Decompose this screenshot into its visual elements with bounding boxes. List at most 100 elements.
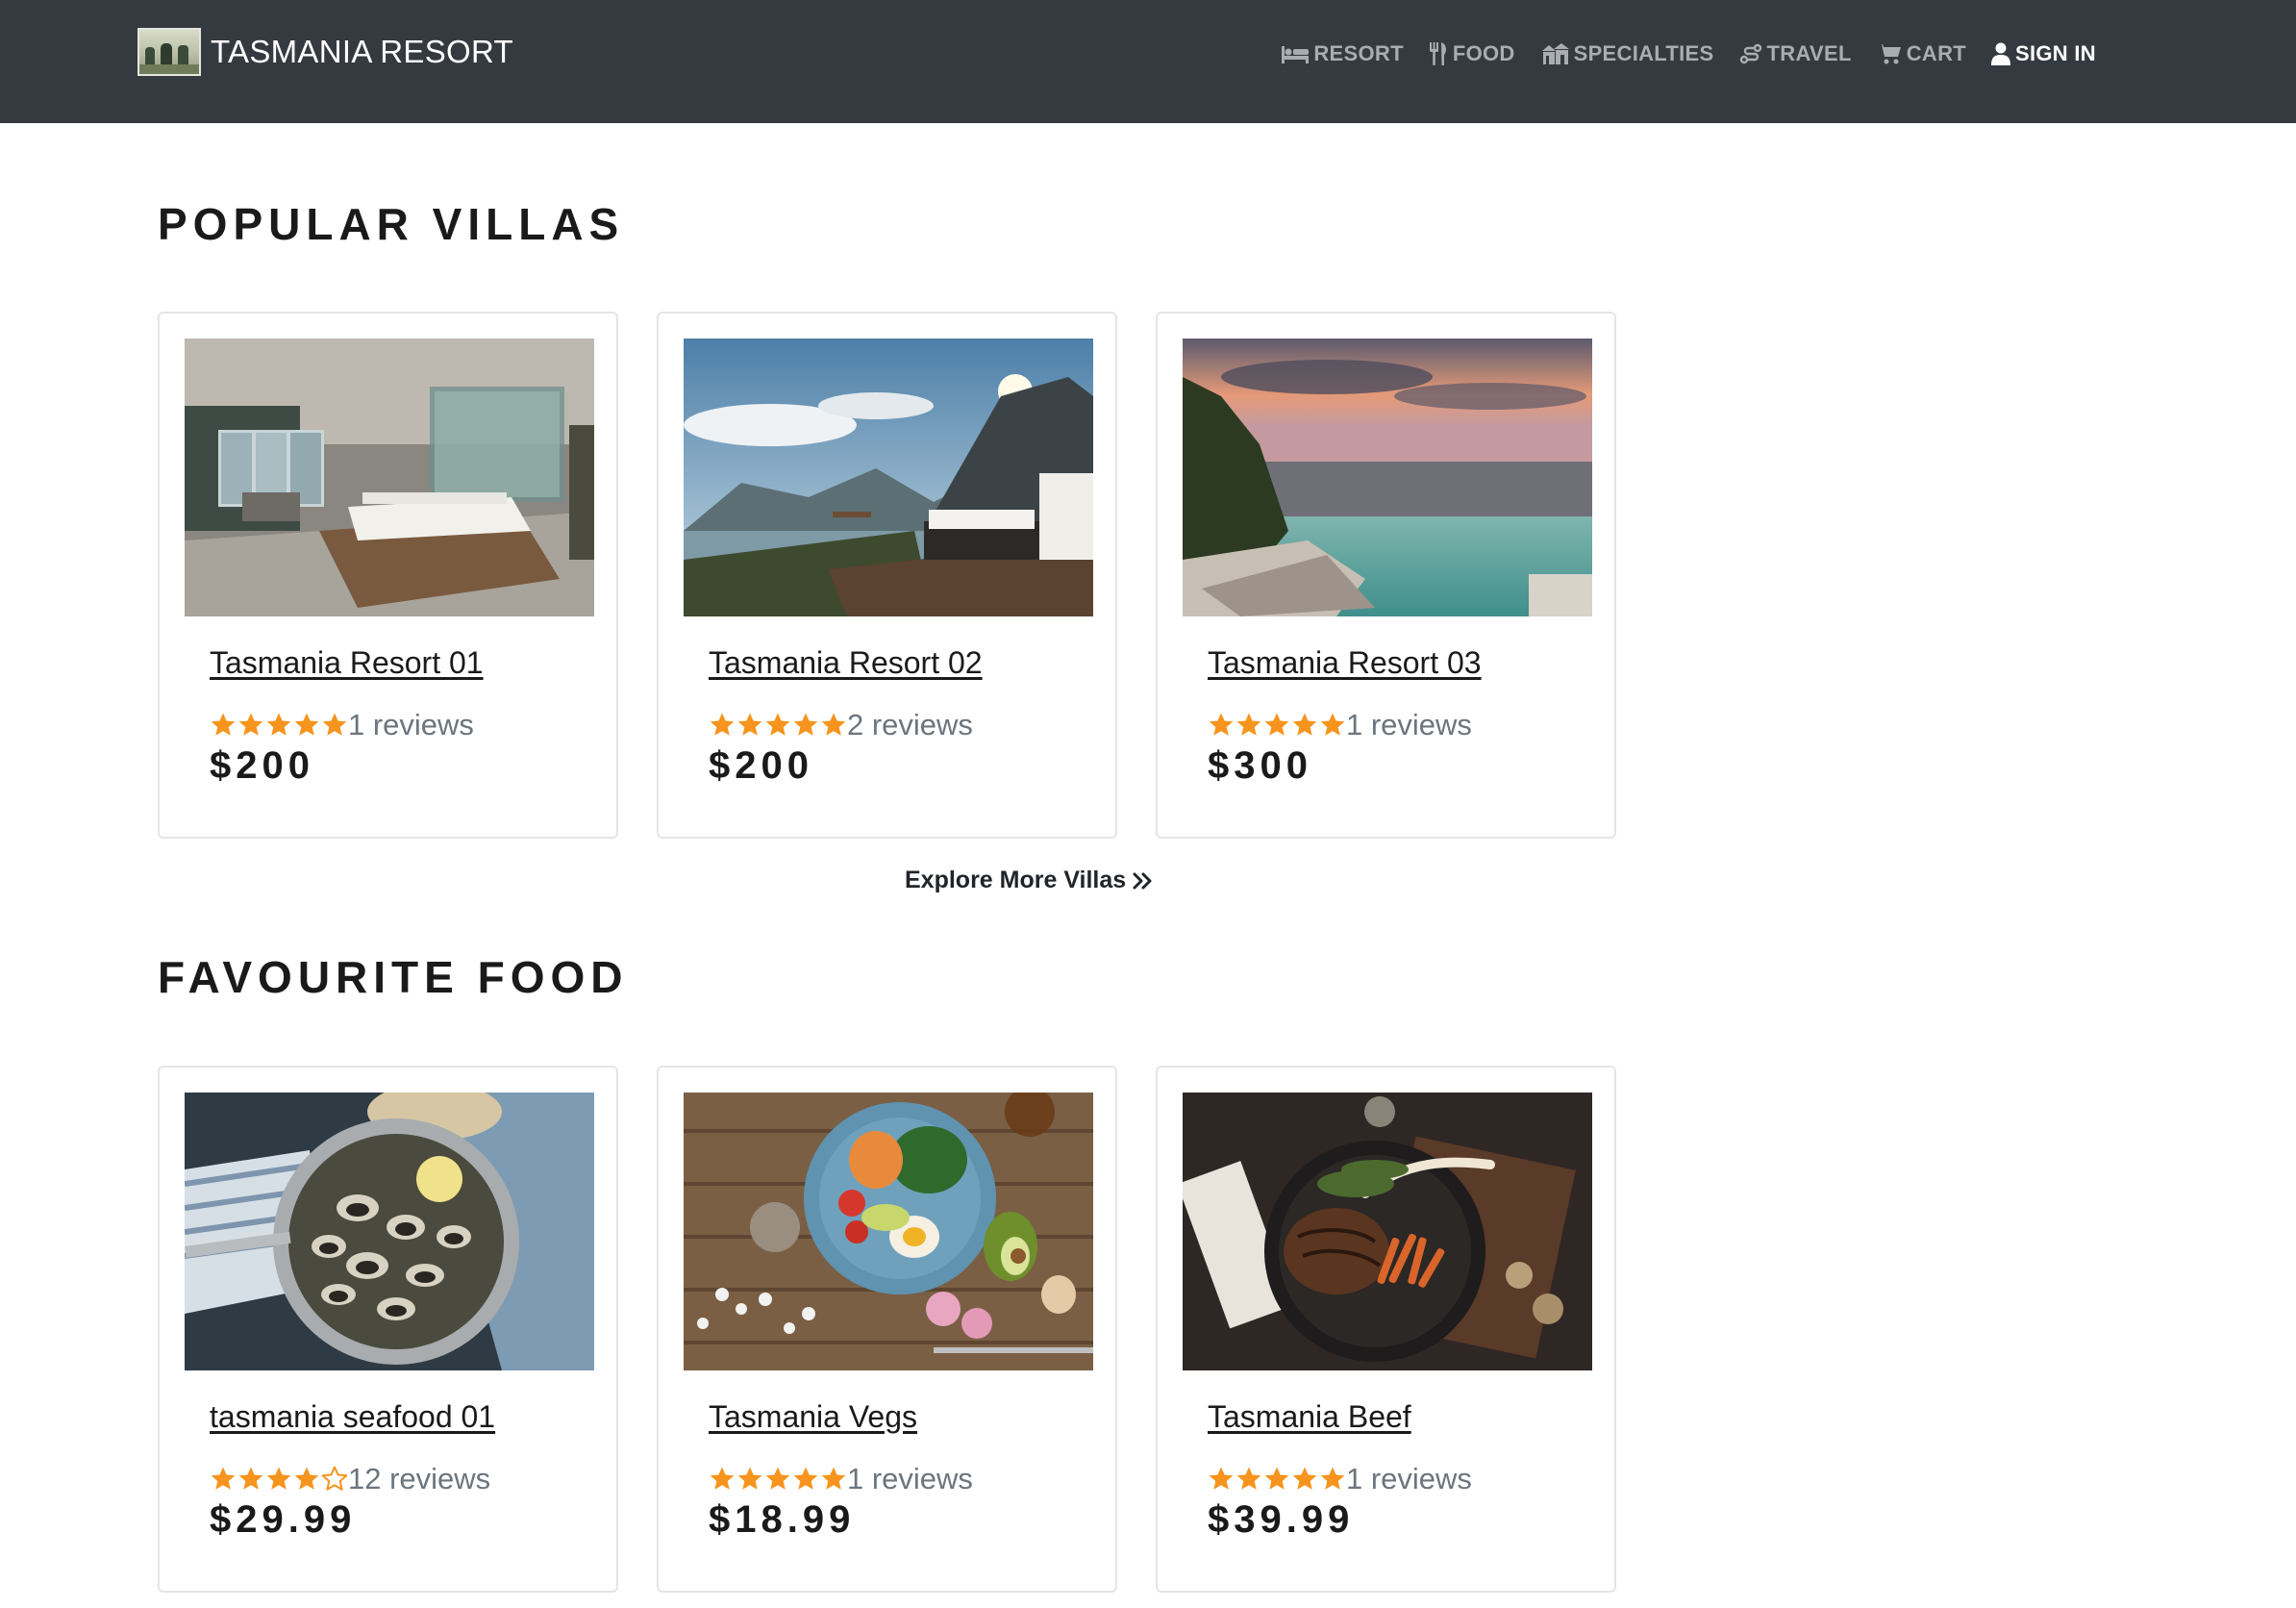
nav-cart[interactable]: CART	[1876, 41, 1966, 66]
nav-food[interactable]: FOOD	[1429, 41, 1515, 66]
nav-resort-label: RESORT	[1313, 41, 1404, 65]
star-filled-icon	[1209, 1467, 1234, 1490]
nav-food-label: FOOD	[1452, 41, 1515, 65]
food-name-link[interactable]: Tasmania Beef	[1208, 1399, 1411, 1435]
star-filled-icon	[294, 713, 319, 736]
star-filled-icon	[710, 713, 735, 736]
star-filled-icon	[793, 1467, 818, 1490]
food-rating: 1 reviews	[1208, 1462, 1472, 1496]
star-filled-icon	[211, 713, 236, 736]
food-card: tasmania seafood 01 12 reviews $29.99	[158, 1066, 618, 1593]
nav-travel-label: TRAVEL	[1766, 41, 1852, 65]
star-filled-icon	[1236, 713, 1261, 736]
star-filled-icon	[710, 1467, 735, 1490]
villas-row: Tasmania Resort 01 1 reviews $200 Tasman…	[158, 312, 1616, 839]
star-filled-icon	[1209, 713, 1234, 736]
review-count: 12 reviews	[348, 1462, 491, 1495]
villa-name-link[interactable]: Tasmania Resort 03	[1208, 645, 1482, 681]
star-rating	[709, 1466, 847, 1493]
food-card: Tasmania Beef 1 reviews $39.99	[1156, 1066, 1616, 1593]
star-filled-icon	[322, 713, 347, 736]
star-filled-icon	[1236, 1467, 1261, 1490]
villa-image-3[interactable]	[1183, 339, 1592, 616]
star-empty-icon	[321, 1466, 348, 1491]
villa-price: $200	[210, 744, 314, 787]
nav-sign-in[interactable]: SIGN IN	[1991, 41, 2096, 66]
villa-card: Tasmania Resort 03 1 reviews $300	[1156, 312, 1616, 839]
food-name-link[interactable]: tasmania seafood 01	[210, 1399, 495, 1435]
villa-rating: 2 reviews	[709, 708, 973, 742]
brand-link[interactable]: TASMANIA RESORT	[137, 27, 513, 77]
main-nav: RESORT FOOD SPECIALTIES TRAVEL CART SIGN…	[1282, 37, 2096, 71]
bed-icon	[1282, 46, 1310, 63]
navbar: TASMANIA RESORT RESORT FOOD SPECIALTIES …	[0, 0, 2296, 123]
food-row: tasmania seafood 01 12 reviews $29.99 Ta…	[158, 1066, 1616, 1593]
explore-more-label: Explore More Villas	[905, 867, 1127, 893]
cart-icon	[1876, 44, 1901, 64]
food-price: $29.99	[210, 1498, 357, 1541]
food-image-1[interactable]	[185, 1093, 594, 1370]
star-filled-icon	[266, 713, 291, 736]
star-filled-icon	[1264, 713, 1289, 736]
star-filled-icon	[737, 713, 762, 736]
villa-price: $300	[1208, 744, 1312, 787]
food-price: $18.99	[709, 1498, 856, 1541]
nav-resort[interactable]: RESORT	[1282, 41, 1404, 66]
brand-logo	[137, 28, 201, 76]
nav-specialties-label: SPECIALTIES	[1573, 41, 1714, 65]
review-count: 2 reviews	[847, 708, 973, 741]
villa-rating: 1 reviews	[210, 708, 474, 742]
food-card: Tasmania Vegs 1 reviews $18.99	[657, 1066, 1117, 1593]
double-chevron-right-icon	[1133, 872, 1152, 889]
star-filled-icon	[211, 1467, 236, 1490]
nav-travel[interactable]: TRAVEL	[1739, 41, 1852, 66]
review-count: 1 reviews	[1346, 1462, 1472, 1495]
villa-image-2[interactable]	[684, 339, 1093, 616]
landmark-icon	[1541, 43, 1569, 64]
villa-rating: 1 reviews	[1208, 708, 1472, 742]
villa-name-link[interactable]: Tasmania Resort 01	[210, 645, 484, 681]
star-filled-icon	[1320, 713, 1345, 736]
review-count: 1 reviews	[348, 708, 474, 741]
star-filled-icon	[1292, 713, 1317, 736]
villa-image-1[interactable]	[185, 339, 594, 616]
food-name-link[interactable]: Tasmania Vegs	[709, 1399, 917, 1435]
star-filled-icon	[821, 1467, 846, 1490]
star-filled-icon	[1320, 1467, 1345, 1490]
villa-card: Tasmania Resort 01 1 reviews $200	[158, 312, 618, 839]
explore-more-villas-link[interactable]: Explore More Villas	[905, 867, 1153, 894]
star-filled-icon	[765, 713, 790, 736]
villa-price: $200	[709, 744, 813, 787]
villa-name-link[interactable]: Tasmania Resort 02	[709, 645, 983, 681]
star-filled-icon	[765, 1467, 790, 1490]
nav-specialties[interactable]: SPECIALTIES	[1540, 41, 1714, 66]
star-filled-icon	[238, 713, 263, 736]
star-filled-icon	[266, 1467, 291, 1490]
food-section-title: FAVOURITE FOOD	[158, 952, 629, 1002]
star-filled-icon	[1264, 1467, 1289, 1490]
star-filled-icon	[793, 713, 818, 736]
star-filled-icon	[737, 1467, 762, 1490]
star-filled-icon	[294, 1467, 319, 1490]
brand-name: TASMANIA RESORT	[211, 34, 514, 69]
star-filled-icon	[238, 1467, 263, 1490]
route-icon	[1739, 43, 1761, 64]
star-rating	[1208, 712, 1346, 739]
star-filled-icon	[1292, 1467, 1317, 1490]
food-rating: 12 reviews	[210, 1462, 490, 1496]
food-rating: 1 reviews	[709, 1462, 973, 1496]
star-rating	[709, 712, 847, 739]
food-image-2[interactable]	[684, 1093, 1093, 1370]
review-count: 1 reviews	[1346, 708, 1472, 741]
utensils-icon	[1429, 42, 1446, 65]
food-image-3[interactable]	[1183, 1093, 1592, 1370]
nav-cart-label: CART	[1906, 41, 1966, 65]
nav-sign-in-label: SIGN IN	[2015, 41, 2096, 65]
star-filled-icon	[821, 713, 846, 736]
star-rating	[210, 712, 348, 739]
user-icon	[1991, 42, 2010, 65]
villas-section-title: POPULAR VILLAS	[158, 199, 625, 249]
villa-card: Tasmania Resort 02 2 reviews $200	[657, 312, 1117, 839]
food-price: $39.99	[1208, 1498, 1355, 1541]
star-rating	[210, 1466, 348, 1493]
